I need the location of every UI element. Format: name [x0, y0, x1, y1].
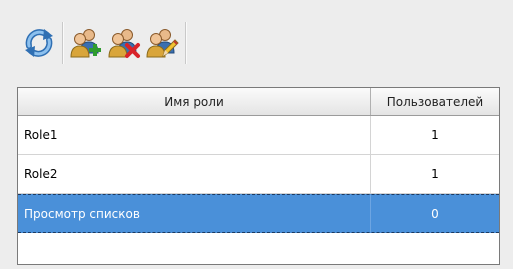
toolbar-separator: [62, 22, 63, 64]
delete-role-button[interactable]: [105, 23, 143, 63]
users-edit-icon: [146, 29, 179, 58]
toolbar: [20, 20, 190, 66]
user-count-cell: 1: [431, 167, 439, 181]
refresh-icon: [25, 29, 53, 57]
user-count-cell: 0: [431, 206, 439, 221]
table-row[interactable]: Role1 1: [18, 116, 499, 155]
column-header-role-name[interactable]: Имя роли: [18, 88, 371, 115]
add-role-button[interactable]: [67, 23, 105, 63]
roles-table[interactable]: Имя роли Пользователей Role1 1 Role2 1 П…: [17, 87, 500, 265]
role-name-cell: Role2: [18, 155, 371, 193]
users-delete-icon: [108, 29, 140, 58]
toolbar-separator: [185, 22, 186, 64]
table-row[interactable]: Role2 1: [18, 155, 499, 194]
edit-role-button[interactable]: [143, 23, 181, 63]
users-add-icon: [70, 29, 101, 58]
table-row-selected[interactable]: Просмотр списков 0: [18, 194, 499, 233]
column-header-users[interactable]: Пользователей: [371, 88, 499, 115]
user-count-cell: 1: [431, 128, 439, 142]
table-header: Имя роли Пользователей: [18, 88, 499, 116]
role-name-cell: Role1: [18, 116, 371, 154]
refresh-button[interactable]: [20, 23, 58, 63]
role-name-cell: Просмотр списков: [18, 195, 371, 232]
